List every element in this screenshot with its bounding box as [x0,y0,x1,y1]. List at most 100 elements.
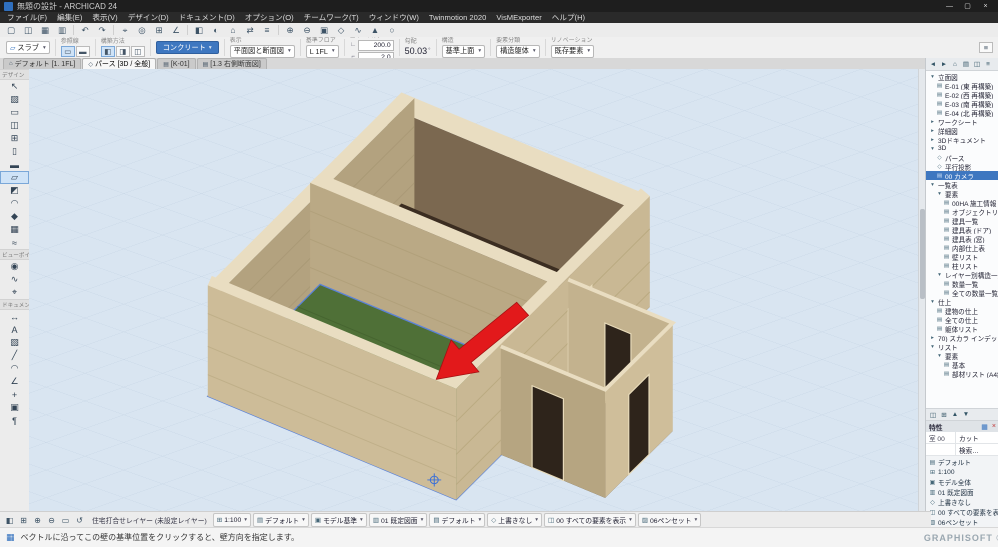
undo-icon[interactable]: ↶ [77,24,93,36]
hotspot-tool[interactable]: + [0,388,29,401]
slope-value[interactable]: 50.03 [405,46,428,56]
navigator-item[interactable]: ▾ リスト [926,342,998,351]
polyline-tool[interactable]: ∠ [0,375,29,388]
swap-icon[interactable]: ⇄ [242,24,258,36]
nav-back-icon[interactable]: ◄ [928,59,938,69]
navigator-item[interactable]: ▤ 躯体リスト [926,324,998,333]
tab-k01[interactable]: ▤ [K-01] [157,58,195,69]
quick-setting-row[interactable]: ▥ 01 既定図面 [926,487,998,497]
zoom-out-icon[interactable]: ⊖ [299,24,315,36]
menu-item[interactable]: 表示(V) [87,12,122,23]
menu-item[interactable]: VisMExporter [491,13,546,22]
close-button[interactable]: × [977,1,994,12]
menu-item[interactable]: ウィンドウ(W) [364,12,424,23]
fit-in-window-icon[interactable]: ▣ [316,24,332,36]
zoom-in-icon[interactable]: ⊕ [282,24,298,36]
text-tool[interactable]: A [0,323,29,336]
layout-book-icon[interactable]: ◫ [972,59,982,69]
move-down-icon[interactable]: ▼ [961,410,971,420]
quick-setting-row[interactable]: ⊞ 1:100 [926,467,998,477]
zoom-in-icon[interactable]: ⊕ [31,514,44,526]
navigator-item[interactable]: ▤ 基本 [926,360,998,369]
toolbar-icon[interactable] [187,25,188,35]
door-tool[interactable]: ◫ [0,119,29,132]
home-view-icon[interactable]: ⌂ [225,24,241,36]
organizer-icon[interactable]: ≡ [259,24,275,36]
3d-viewport[interactable] [29,69,918,511]
quick-setting-row[interactable]: ▤ デフォルト [926,457,998,467]
circle-icon[interactable]: ○ [384,24,400,36]
fit-icon[interactable]: ▭ [59,514,72,526]
layers-icon[interactable]: ◧ [191,24,207,36]
composite-select[interactable]: コンクリート [156,41,219,54]
print-icon[interactable]: ▥ [54,24,70,36]
menu-item[interactable]: ヘルプ(H) [547,12,590,23]
fill-tool[interactable]: ▧ [0,336,29,349]
navigator-item[interactable]: ▤ 内部仕上表 [926,243,998,252]
arrow-tool[interactable]: ↖ [0,80,29,93]
window-tool[interactable]: ⊞ [0,132,29,145]
viewpoint-marker-tool[interactable]: ⌖ [0,286,29,299]
nav-forward-icon[interactable]: ► [939,59,949,69]
shading-icon[interactable]: ◐ [208,24,224,36]
minimize-button[interactable]: — [941,1,958,12]
beam-tool[interactable]: ▬ [0,158,29,171]
quick-setting-row[interactable]: ◫ 00 すべての要素を表示 [926,507,998,517]
menu-item[interactable]: デザイン(D) [123,12,174,23]
toolbar-icon[interactable] [278,25,279,35]
navigator-item[interactable]: ▤ 00HA 施工情報 [926,198,998,207]
menu-item[interactable]: 編集(E) [52,12,87,23]
navigator-item[interactable]: ▤ 壁リスト [926,252,998,261]
navigator-item[interactable]: ▤ 全ての仕上 [926,315,998,324]
classification-select[interactable]: 構造躯体 [496,45,540,58]
save-view-settings-icon[interactable]: ▦ [981,423,988,431]
wall-tool[interactable]: ▭ [0,106,29,119]
new-project-icon[interactable]: ▢ [3,24,19,36]
property-value-select[interactable]: カット [956,432,998,443]
structure-display-select[interactable]: ▣ モデル基準 [311,513,367,527]
quick-setting-row[interactable]: ◇ 上書きなし [926,497,998,507]
navigator-item[interactable]: ▤ 建具表 (窓) [926,234,998,243]
toolbar-icon[interactable] [73,25,74,35]
path-tool[interactable]: ∿ [0,273,29,286]
grid-snap-icon[interactable]: ⊞ [151,24,167,36]
refline-left-button[interactable]: ▭ [61,46,75,57]
figure-tool[interactable]: ▣ [0,401,29,414]
navigator-item[interactable]: ◇ パース [926,153,998,162]
navigator-item[interactable]: ▸ 3Dドキュメント [926,135,998,144]
property-search-input[interactable]: 検索… [956,444,998,455]
tree-current-view[interactable]: ▤ 00 カメラ [926,171,998,180]
label-tool[interactable]: ¶ [0,414,29,427]
navigator-item[interactable]: ▤ 数量一覧 [926,279,998,288]
navigator-item[interactable]: ▤ 部材リスト (A4縦) [926,369,998,378]
navigator-item[interactable]: ▸ 詳細図 [926,126,998,135]
quick-layers-icon[interactable]: ◧ [3,514,16,526]
tree-elevations[interactable]: ▾ 立面図 [926,72,998,81]
line-tool[interactable]: ╱ [0,349,29,362]
structure-select[interactable]: 基準上面 [442,45,486,58]
arc-tool[interactable]: ◠ [0,362,29,375]
navigator-item[interactable]: ▤ E-03 (南 再構築) [926,99,998,108]
project-root-icon[interactable]: ⌂ [950,59,960,69]
navigator-item[interactable]: ▾ 要素 [926,189,998,198]
menu-item[interactable]: チームワーク(T) [299,12,364,23]
marker-icon[interactable]: ◇ [333,24,349,36]
renovation-select[interactable]: 既存要素 [551,45,595,58]
navigator-item[interactable]: ▤ オブジェクトリスト [926,207,998,216]
menu-item[interactable]: ドキュメント(D) [174,12,240,23]
pen-set-select[interactable]: ▥ 01 既定図面 [369,513,428,527]
layer-combination-select[interactable]: ▤ デフォルト [253,513,309,527]
guide-lines-icon[interactable]: ∠ [168,24,184,36]
roof-tool[interactable]: ◩ [0,184,29,197]
new-viewpoint-icon[interactable]: ⊞ [939,410,949,420]
navigator-item[interactable]: ▤ 柱リスト [926,261,998,270]
height-top-input[interactable]: 200.0 [358,40,394,51]
orbit-icon[interactable]: ◎ [134,24,150,36]
quick-setting-row[interactable]: ▨ 06ペンセット [926,517,998,527]
maximize-button[interactable]: ▢ [959,1,976,12]
toolbox-item[interactable]: デザイン [0,69,29,80]
navigator-item[interactable]: ▤ 全ての数量一覧 [926,288,998,297]
display-select[interactable]: 平面図と断面図 [230,45,295,58]
navigator-item[interactable]: ▤ E-02 (西 再構築) [926,90,998,99]
menu-item[interactable]: ファイル(F) [2,12,52,23]
